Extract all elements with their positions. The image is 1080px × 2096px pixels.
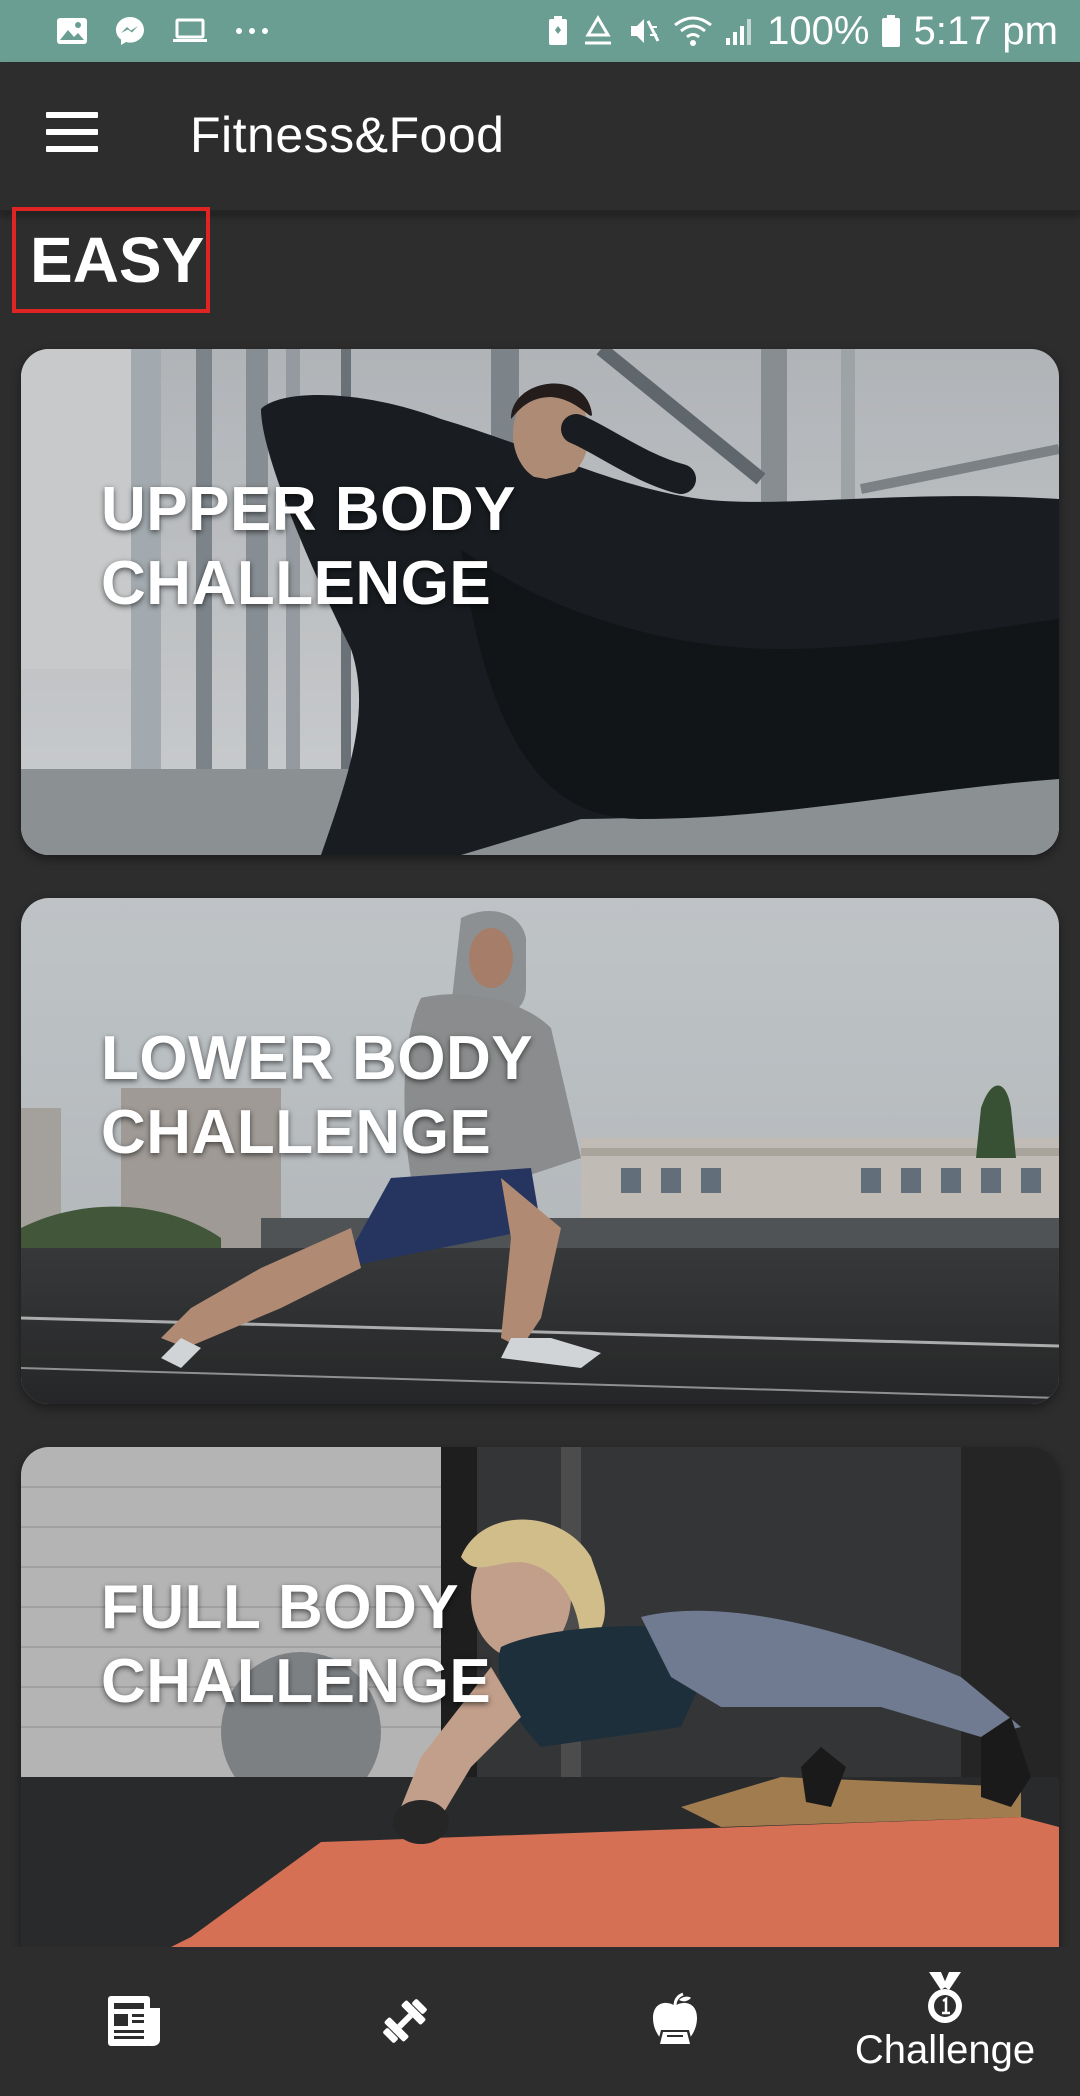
mute-icon: [627, 15, 661, 47]
card-title: UPPER BODY CHALLENGE: [101, 473, 516, 621]
app-bar: Fitness&Food: [0, 62, 1080, 213]
challenge-card-lower-body[interactable]: LOWER BODY CHALLENGE: [21, 898, 1059, 1404]
nav-item-news[interactable]: [0, 1947, 270, 2096]
gallery-icon: [56, 17, 88, 45]
bottom-navigation: Challenge: [0, 1947, 1080, 2096]
wifi-icon: [673, 15, 713, 47]
status-time: 5:17 pm: [913, 8, 1058, 53]
level-heading: EASY: [12, 207, 210, 313]
card-title-line-1: LOWER BODY: [101, 1024, 534, 1093]
signal-icon: [725, 16, 755, 46]
challenge-card-full-body[interactable]: FULL BODY CHALLENGE: [21, 1447, 1059, 1947]
medal-icon: [923, 1970, 967, 2026]
app-title: Fitness&Food: [190, 107, 505, 163]
newspaper-icon: [106, 1994, 164, 2048]
more-icon: [234, 26, 270, 36]
card-title-line-2: CHALLENGE: [101, 1098, 492, 1167]
card-title: FULL BODY CHALLENGE: [101, 1571, 491, 1719]
messenger-icon: [114, 15, 146, 47]
laptop-icon: [172, 17, 208, 45]
status-left-icons: [56, 15, 270, 47]
status-bar: 100% 5:17 pm: [0, 0, 1080, 62]
recycle-icon: [581, 15, 615, 47]
card-title-line-2: CHALLENGE: [101, 1647, 492, 1716]
card-title-line-1: FULL BODY: [101, 1573, 460, 1642]
hamburger-menu-icon[interactable]: [46, 112, 98, 152]
nav-item-workout[interactable]: [270, 1947, 540, 2096]
nav-label-challenge: Challenge: [854, 2028, 1036, 2072]
dumbbell-icon: [377, 1993, 433, 2049]
level-label: EASY: [30, 224, 205, 296]
battery-saver-icon: [547, 15, 569, 47]
battery-percent: 100%: [767, 8, 870, 53]
battery-icon: [881, 14, 901, 48]
apple-scale-icon: [647, 1992, 703, 2050]
card-title-line-2: CHALLENGE: [101, 549, 492, 618]
card-title-line-1: UPPER BODY: [101, 475, 516, 544]
nav-item-food[interactable]: [540, 1947, 810, 2096]
status-right-icons: 100% 5:17 pm: [547, 9, 1058, 54]
nav-item-challenge[interactable]: Challenge: [810, 1947, 1080, 2096]
card-title: LOWER BODY CHALLENGE: [101, 1022, 533, 1170]
challenge-card-upper-body[interactable]: UPPER BODY CHALLENGE: [21, 349, 1059, 855]
